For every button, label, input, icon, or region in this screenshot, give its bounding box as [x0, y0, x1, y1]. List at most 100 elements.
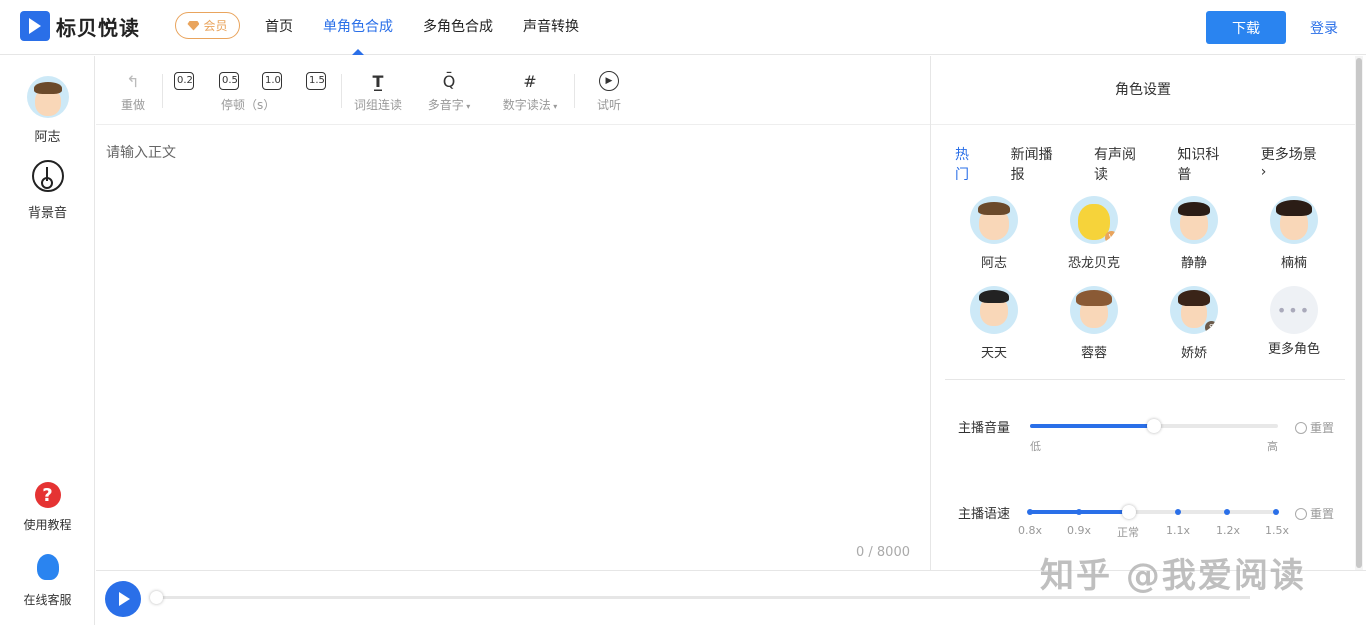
avatar — [1270, 196, 1318, 244]
nav-home[interactable]: 首页 — [265, 0, 293, 55]
vip-badge: V — [1105, 231, 1118, 244]
logo-text: 标贝悦读 — [56, 15, 140, 40]
avatar — [26, 76, 69, 118]
volume-fill — [1030, 424, 1154, 428]
main-nav: 首页 单角色合成 多角色合成 声音转换 — [265, 0, 609, 55]
volume-low-label: 低 — [1030, 440, 1041, 453]
watermark: 知乎 @我爱阅读 — [1040, 556, 1306, 596]
volume-handle[interactable] — [1147, 419, 1161, 433]
tab-science[interactable]: 知识科普 — [1177, 144, 1232, 184]
editor-toolbar: ↰ 重做 0.2 0.5 1.0 1.5 停顿（s） T̲ 词组连读 Q̄ 多音… — [96, 56, 930, 125]
panel-title: 角色设置 — [931, 56, 1355, 125]
download-button[interactable]: 下载 — [1206, 11, 1286, 44]
undo-arrow-icon: ↰ — [126, 71, 140, 91]
text-editor[interactable]: 请输入正文 0 / 8000 — [96, 126, 930, 570]
current-voice-button[interactable]: 阿志 — [0, 76, 95, 145]
radio-icon — [1295, 507, 1307, 520]
top-bar: 标贝悦读 会员 首页 单角色合成 多角色合成 声音转换 下载 登录 — [0, 0, 1366, 55]
redo-button[interactable]: ↰ 重做 — [118, 70, 148, 113]
voice-nannan[interactable]: 楠楠 — [1254, 196, 1334, 271]
speed-dot[interactable] — [1273, 509, 1279, 515]
speed-tick: 0.8x — [1018, 524, 1043, 537]
help-button[interactable]: ? 使用教程 — [0, 482, 95, 533]
logo-icon — [20, 11, 50, 41]
text-cursor-icon: T̲ — [372, 71, 384, 91]
avatar: S — [1170, 286, 1218, 334]
scene-tabs: 热门 新闻播报 有声阅读 知识科普 更多场景 › — [955, 144, 1354, 184]
progress-handle[interactable] — [150, 591, 163, 604]
search-letter-icon: Q̄ — [442, 71, 456, 91]
nav-multi-role[interactable]: 多角色合成 — [423, 0, 493, 55]
voice-tiantian[interactable]: 天天 — [954, 286, 1034, 361]
speed-dot[interactable] — [1076, 509, 1082, 515]
speed-tick: 1.2x — [1216, 524, 1241, 537]
speed-dot[interactable] — [1175, 509, 1181, 515]
s-badge: S — [1205, 321, 1218, 334]
voice-jingjing[interactable]: 静静 — [1154, 196, 1234, 271]
support-label: 在线客服 — [23, 593, 72, 607]
help-label: 使用教程 — [23, 518, 72, 532]
radio-icon — [1295, 421, 1307, 434]
vip-button[interactable]: 会员 — [175, 12, 240, 39]
voice-dinosaur[interactable]: V 恐龙贝克 — [1054, 196, 1134, 271]
tab-more-scenes[interactable]: 更多场景 › — [1261, 144, 1326, 184]
speed-reset-button[interactable]: 重置 — [1295, 505, 1334, 522]
avatar — [970, 196, 1018, 244]
tab-audiobook[interactable]: 有声阅读 — [1094, 144, 1149, 184]
volume-slider[interactable] — [1030, 419, 1278, 433]
tab-hot[interactable]: 热门 — [955, 144, 983, 184]
avatar: V — [1070, 196, 1118, 244]
voice-jiaojiao[interactable]: S 娇娇 — [1154, 286, 1234, 361]
speed-handle[interactable] — [1122, 505, 1136, 519]
panel-scrollbar[interactable] — [1355, 56, 1363, 570]
avatar — [1170, 196, 1218, 244]
polyphone-button[interactable]: Q̄ 多音字 ▾ — [424, 70, 474, 113]
phrase-link-button[interactable]: T̲ 词组连读 — [353, 70, 403, 113]
play-button[interactable] — [105, 581, 141, 617]
pause-label: 停顿（s） — [221, 98, 276, 112]
bgm-label: 背景音 — [27, 206, 67, 221]
question-icon: ? — [34, 482, 61, 508]
play-circle-icon: ▶ — [596, 70, 622, 92]
volume-high-label: 高 — [1267, 440, 1278, 453]
left-sidebar: 阿志 背景音 ? 使用教程 在线客服 — [0, 56, 95, 625]
speed-dot[interactable] — [1224, 509, 1230, 515]
bgm-button[interactable]: 背景音 — [0, 160, 95, 221]
nav-voice-convert[interactable]: 声音转换 — [523, 0, 579, 55]
more-dots-icon: ••• — [1270, 286, 1318, 334]
scrollbar-thumb[interactable] — [1356, 58, 1362, 568]
pause-0.2-button[interactable]: 0.2 — [174, 70, 194, 92]
diamond-icon — [187, 20, 200, 31]
music-note-icon — [31, 160, 64, 192]
speed-tick: 0.9x — [1067, 524, 1092, 537]
pause-1.5-button[interactable]: 1.5 — [306, 70, 326, 92]
speed-slider[interactable] — [1027, 505, 1279, 519]
current-voice-name: 阿志 — [34, 130, 61, 145]
logo[interactable]: 标贝悦读 — [20, 11, 140, 41]
speed-tick: 1.1x — [1166, 524, 1191, 537]
tab-news[interactable]: 新闻播报 — [1011, 144, 1066, 184]
editor-placeholder: 请输入正文 — [106, 145, 176, 161]
more-voices-button[interactable]: ••• 更多角色 — [1254, 286, 1334, 357]
caret-down-icon: ▾ — [550, 102, 558, 111]
volume-label: 主播音量 — [958, 421, 1011, 436]
voice-azhi[interactable]: 阿志 — [954, 196, 1034, 271]
login-link[interactable]: 登录 — [1310, 18, 1338, 38]
caret-down-icon: ▾ — [463, 102, 471, 111]
nav-single-role[interactable]: 单角色合成 — [323, 0, 393, 55]
speed-tick: 1.5x — [1265, 524, 1290, 537]
speed-dot[interactable] — [1027, 509, 1033, 515]
role-settings-panel: 角色设置 热门 新闻播报 有声阅读 知识科普 更多场景 › 阿志 V 恐龙贝克 … — [930, 56, 1355, 570]
vip-label: 会员 — [203, 19, 228, 33]
listen-button[interactable]: ▶ 试听 — [596, 70, 622, 113]
avatar — [1070, 286, 1118, 334]
volume-reset-button[interactable]: 重置 — [1295, 419, 1334, 436]
pause-0.5-button[interactable]: 0.5 — [219, 70, 239, 92]
voice-rongrong[interactable]: 蓉蓉 — [1054, 286, 1134, 361]
support-button[interactable]: 在线客服 — [0, 554, 95, 608]
speed-label: 主播语速 — [958, 507, 1011, 522]
hash-icon: # — [523, 71, 537, 91]
pause-1.0-button[interactable]: 1.0 — [262, 70, 282, 92]
speed-tick: 正常 — [1117, 526, 1139, 539]
number-reading-button[interactable]: # 数字读法 ▾ — [499, 70, 561, 113]
